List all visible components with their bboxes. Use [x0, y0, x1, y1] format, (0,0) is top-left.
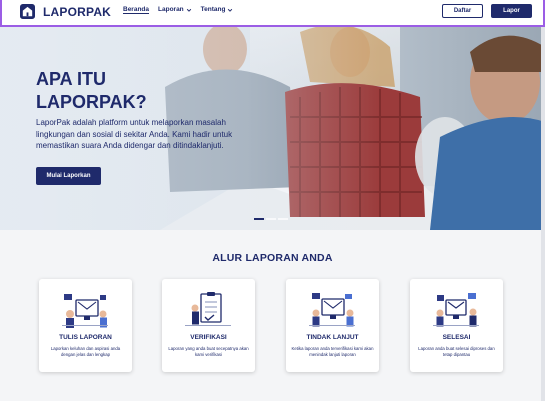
- page: LAPORPAK Beranda Laporan Tentang Daftar …: [0, 0, 545, 401]
- hero-description: LaporPak adalah platform untuk melaporka…: [36, 118, 233, 150]
- carousel-dot-2[interactable]: [266, 218, 276, 220]
- carousel-dot-3[interactable]: [278, 218, 288, 220]
- chevron-down-icon: [228, 8, 233, 12]
- step-description: Laporan yang anda buat secepatnya akan k…: [168, 346, 249, 357]
- nav-dropdown-laporan[interactable]: Laporan: [158, 6, 192, 13]
- register-button[interactable]: Daftar: [442, 4, 483, 18]
- report-flow-section: ALUR LAPORAN ANDA TULIS LAPORAN Laporkan…: [0, 230, 545, 401]
- step-card-follow-up: TINDAK LANJUT Ketika laporan anda terver…: [286, 279, 379, 372]
- step-title: TINDAK LANJUT: [306, 334, 359, 341]
- brand-name: LAPORPAK: [43, 4, 112, 19]
- nav-link-tentang-label: Tentang: [200, 6, 226, 13]
- step-title: SELESAI: [442, 334, 471, 341]
- verification-illustration-icon: [185, 292, 231, 326]
- nav-link-beranda[interactable]: Beranda: [123, 6, 149, 13]
- nav-dropdown-tentang[interactable]: Tentang: [201, 6, 234, 13]
- chevron-down-icon: [186, 8, 191, 12]
- hero-title: APA ITU LAPORPAK?: [36, 68, 236, 114]
- start-report-button[interactable]: Mulai Laporkan: [36, 167, 101, 185]
- scrollbar[interactable]: [541, 27, 545, 401]
- hero-title-line2: LAPORPAK?: [36, 92, 147, 112]
- report-button[interactable]: Lapor: [491, 4, 532, 18]
- brand-logo[interactable]: LAPORPAK: [20, 4, 111, 19]
- section-title: ALUR LAPORAN ANDA: [212, 252, 333, 264]
- step-description: Laporkan keluhan dan aspirasi anda denga…: [50, 346, 121, 357]
- write-report-illustration-icon: [62, 294, 108, 328]
- done-illustration-icon: [433, 293, 479, 327]
- step-description: Ketika laporan anda terverifikasi kami a…: [291, 346, 374, 357]
- step-card-write: TULIS LAPORAN Laporkan keluhan dan aspir…: [39, 279, 132, 372]
- step-title: TULIS LAPORAN: [59, 334, 112, 341]
- follow-up-illustration-icon: [309, 293, 355, 327]
- hero-title-line1: APA ITU: [36, 69, 106, 89]
- hero-banner: APA ITU LAPORPAK? LaporPak adalah platfo…: [0, 27, 545, 230]
- navbar: LAPORPAK Beranda Laporan Tentang Daftar …: [0, 0, 545, 27]
- home-logo-icon: [20, 4, 35, 19]
- carousel-dot-1[interactable]: [254, 218, 264, 220]
- nav-link-laporan-label: Laporan: [158, 6, 184, 13]
- step-card-done: SELESAI Laporan anda buat selesai dipros…: [410, 279, 503, 372]
- carousel-indicators: [254, 218, 290, 220]
- nav-links: Beranda Laporan Tentang: [123, 6, 242, 13]
- step-card-verify: VERIFIKASI Laporan yang anda buat secepa…: [162, 279, 255, 372]
- step-description: Laporan anda buat selesai diproses dan t…: [418, 346, 495, 357]
- step-title: VERIFIKASI: [190, 334, 227, 341]
